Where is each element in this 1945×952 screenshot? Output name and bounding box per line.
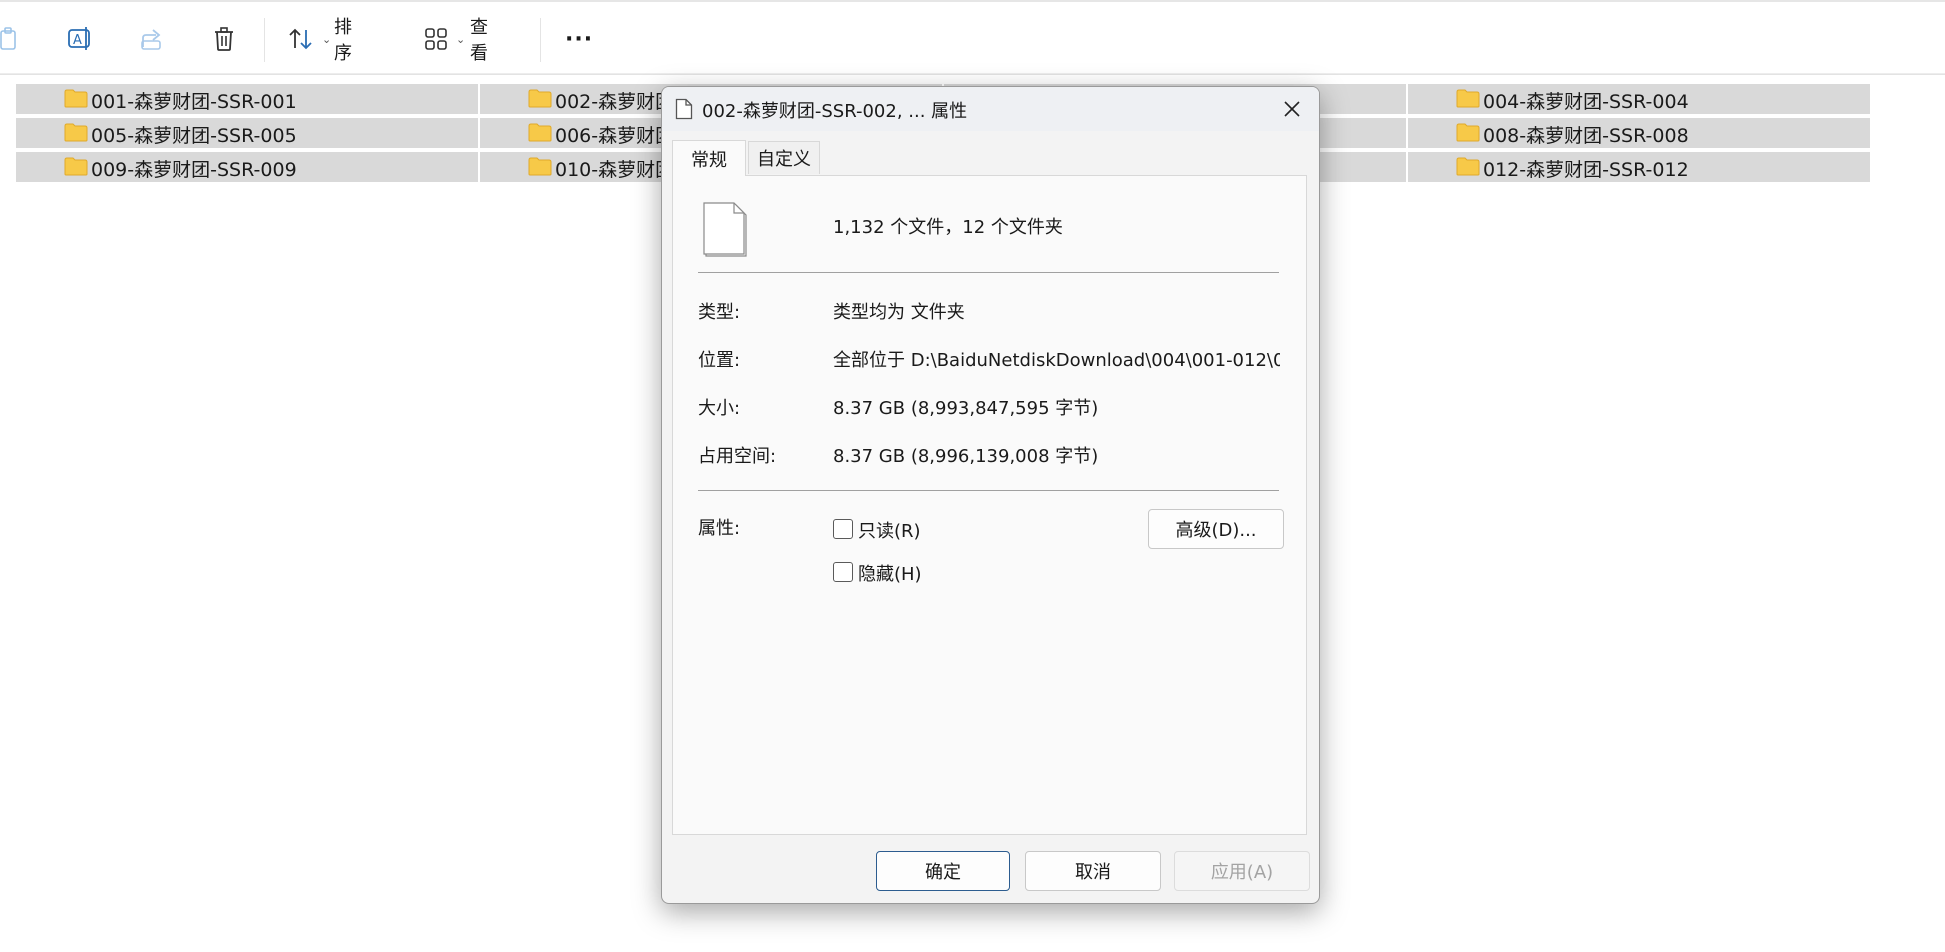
sort-icon [289,28,312,50]
properties-dialog: 002-森萝财团-SSR-002, ... 属性 常规 自定义 1,132 个文… [661,86,1320,904]
toolbar-separator [264,18,265,62]
type-label: 类型: [698,302,741,323]
folder-name: 008-森萝财团-SSR-008 [1483,125,1689,147]
folder-name: 004-森萝财团-SSR-004 [1483,91,1689,113]
folder-item[interactable]: 004-森萝财团-SSR-004 [1408,84,1870,114]
dialog-titlebar: 002-森萝财团-SSR-002, ... 属性 [662,87,1319,131]
folder-item[interactable]: 012-森萝财团-SSR-012 [1408,152,1870,182]
folder-icon [1456,157,1480,176]
size-value: 8.37 GB (8,993,847,595 字节) [833,398,1099,419]
view-grid-icon [425,28,447,50]
general-tab-panel [672,175,1307,835]
share-icon[interactable] [138,24,168,54]
divider [698,490,1279,491]
folder-icon [64,157,88,176]
hidden-checkbox[interactable] [833,562,853,582]
apply-button[interactable]: 应用(A) [1174,851,1310,891]
document-icon [675,98,693,124]
svg-text:A: A [73,33,82,48]
divider [698,272,1279,273]
folder-name: 001-森萝财团-SSR-001 [91,91,297,113]
folder-icon [1456,123,1480,142]
close-button[interactable] [1275,93,1309,125]
toolbar-bottom-border [0,73,1945,74]
folder-icon [64,89,88,108]
sort-button[interactable]: 排序 ⌄ [288,17,352,64]
folder-icon [528,157,552,176]
view-button[interactable]: 查看 ⌄ [424,17,488,64]
ok-button[interactable]: 确定 [876,851,1010,891]
folder-item[interactable]: 009-森萝财团-SSR-009 [16,152,478,182]
folder-item[interactable]: 001-森萝财团-SSR-001 [16,84,478,114]
advanced-button[interactable]: 高级(D)... [1148,509,1284,549]
folder-item[interactable]: 005-森萝财团-SSR-005 [16,118,478,148]
command-bar: A 排序 ⌄ 查看 ⌄ ··· [0,2,1945,75]
selection-summary: 1,132 个文件，12 个文件夹 [833,217,1063,238]
hidden-label[interactable]: 隐藏(H) [858,560,922,586]
folder-icon [1456,89,1480,108]
folder-name: 005-森萝财团-SSR-005 [91,125,297,147]
size-on-disk-value: 8.37 GB (8,996,139,008 字节) [833,446,1099,467]
paste-icon[interactable] [0,24,24,54]
chevron-down-icon: ⌄ [456,32,466,46]
location-label: 位置: [698,350,741,371]
dialog-title: 002-森萝财团-SSR-002, ... 属性 [702,101,968,122]
delete-icon[interactable] [209,24,239,54]
readonly-label[interactable]: 只读(R) [858,517,921,543]
chevron-down-icon: ⌄ [322,32,332,46]
rename-icon[interactable]: A [65,24,95,54]
size-label: 大小: [698,398,741,419]
location-value: 全部位于 D:\BaiduNetdiskDownload\004\001-012… [833,350,1280,371]
close-icon [1284,101,1300,117]
view-label: 查看 [470,17,488,64]
size-on-disk-label: 占用空间: [698,446,777,467]
toolbar-separator [540,18,541,62]
folder-icon [64,123,88,142]
folder-name: 012-森萝财团-SSR-012 [1483,159,1689,181]
folder-name: 009-森萝财团-SSR-009 [91,159,297,181]
folder-icon [528,123,552,142]
folder-item[interactable]: 008-森萝财团-SSR-008 [1408,118,1870,148]
readonly-checkbox[interactable] [833,519,853,539]
cancel-button[interactable]: 取消 [1025,851,1161,891]
folder-icon [528,89,552,108]
multiple-files-icon [702,199,752,263]
more-options-button[interactable]: ··· [565,22,593,56]
sort-label: 排序 [334,17,352,64]
attributes-label: 属性: [698,518,741,539]
tab-general[interactable]: 常规 [672,140,746,176]
tab-custom[interactable]: 自定义 [748,141,820,174]
type-value: 类型均为 文件夹 [833,302,965,323]
